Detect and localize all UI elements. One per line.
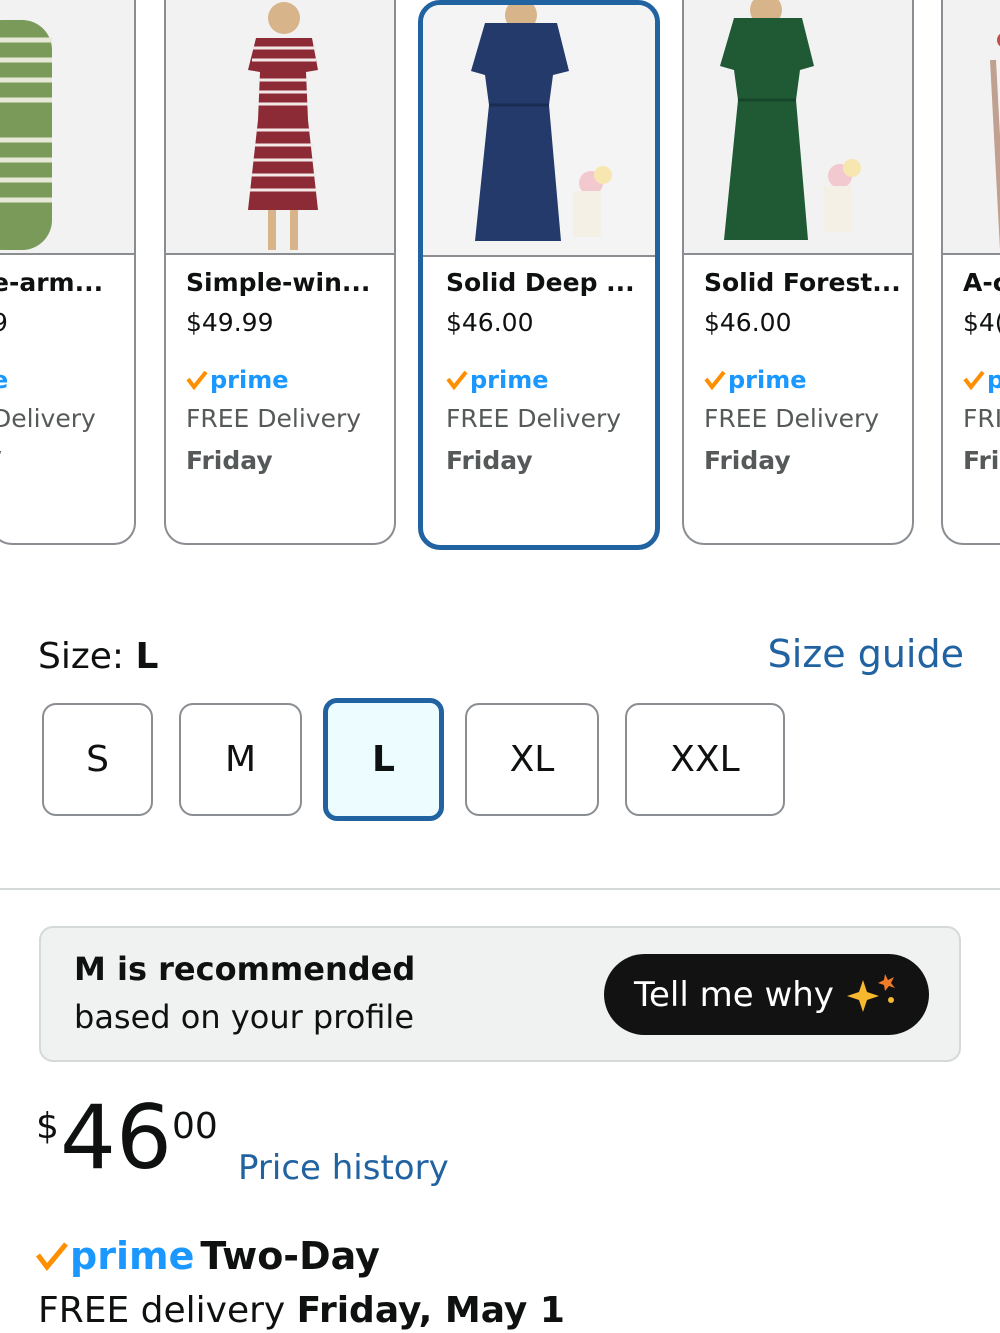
prime-badge: p — [987, 366, 1000, 394]
prime-check-icon — [36, 1242, 68, 1271]
product-image — [684, 0, 912, 255]
free-delivery-text: FREE delivery — [38, 1290, 297, 1331]
prime-badge: prime — [728, 366, 807, 394]
delivery-day: Friday — [446, 446, 533, 475]
size-option-xxl[interactable]: XXL — [625, 703, 785, 816]
price-currency: $ — [36, 1106, 59, 1147]
delivery-day: Fri — [963, 446, 1000, 475]
delivery-text: FREE Delivery — [186, 404, 362, 433]
price-history-link[interactable]: Price history — [238, 1148, 449, 1188]
product-image — [166, 0, 394, 255]
section-divider — [0, 888, 1000, 890]
product-image — [423, 5, 655, 257]
prime-check-icon — [186, 370, 208, 390]
delivery-text: FREE Delivery — [704, 404, 880, 433]
delivery-day: Friday — [704, 446, 791, 475]
size-label-prefix: Size: — [38, 636, 136, 677]
product-card-4[interactable]: A-c $4( p FRI Fri — [941, 0, 1000, 545]
delivery-day: Friday — [186, 446, 273, 475]
product-card-1[interactable]: Simple-win... $49.99 prime FREE Delivery… — [164, 0, 396, 545]
size-option-l[interactable]: L — [323, 698, 444, 821]
delivery-date-line: FREE delivery Friday, May 1 — [38, 1290, 565, 1331]
product-title: A-c — [963, 268, 1000, 297]
product-price: $49.99 — [186, 308, 274, 337]
product-price: 9 — [0, 308, 103, 356]
product-price: $46.00 — [704, 308, 792, 337]
delivery-date: Friday, May 1 — [296, 1290, 565, 1331]
prime-badge: prime — [210, 366, 289, 394]
product-title: Simple-win... — [186, 268, 371, 297]
prime-delivery-line: prime Two-Day — [36, 1234, 380, 1278]
tell-me-why-label: Tell me why — [634, 974, 834, 1015]
product-card-3[interactable]: Solid Forest... $46.00 prime FREE Delive… — [682, 0, 914, 545]
product-card-2-selected[interactable]: Solid Deep ... $46.00 prime FREE Deliver… — [418, 0, 660, 550]
size-label: Size: L — [38, 636, 158, 677]
product-title: e-arm... — [0, 268, 104, 297]
prime-badge: e — [0, 366, 8, 394]
product-price: $4( — [963, 308, 1000, 337]
size-option-m[interactable]: M — [179, 703, 302, 816]
sparkle-icon — [847, 974, 895, 1012]
delivery-text: FREE Delivery — [446, 404, 622, 433]
recommendation-title: M is recommended — [74, 950, 416, 988]
product-title: Solid Forest... — [704, 268, 901, 297]
prime-check-icon — [963, 370, 985, 390]
prime-check-icon — [704, 370, 726, 390]
product-image — [943, 0, 1000, 255]
product-image — [0, 0, 134, 255]
delivery-text: Delivery — [0, 404, 96, 433]
size-option-xl[interactable]: XL — [465, 703, 599, 816]
tell-me-why-button[interactable]: Tell me why — [604, 954, 929, 1035]
delivery-text: FRI — [963, 404, 1000, 433]
prime-badge: prime — [470, 366, 549, 394]
price-whole: 46 — [60, 1086, 172, 1189]
size-guide-link[interactable]: Size guide — [768, 632, 964, 676]
product-title: Solid Deep ... — [446, 268, 635, 297]
delivery-day: / — [0, 446, 103, 475]
size-recommendation-box: M is recommended based on your profile T… — [39, 926, 961, 1062]
size-option-s[interactable]: S — [42, 703, 153, 816]
product-price: $46.00 — [446, 308, 534, 337]
prime-badge: prime — [70, 1234, 195, 1278]
price-fraction: 00 — [172, 1106, 218, 1147]
prime-check-icon — [446, 370, 468, 390]
size-selected-value: L — [135, 636, 159, 677]
delivery-speed: Two-Day — [200, 1234, 380, 1278]
product-card-0[interactable]: e-arm... 9 e Delivery / — [0, 0, 136, 545]
recommendation-subtitle: based on your profile — [74, 998, 414, 1036]
